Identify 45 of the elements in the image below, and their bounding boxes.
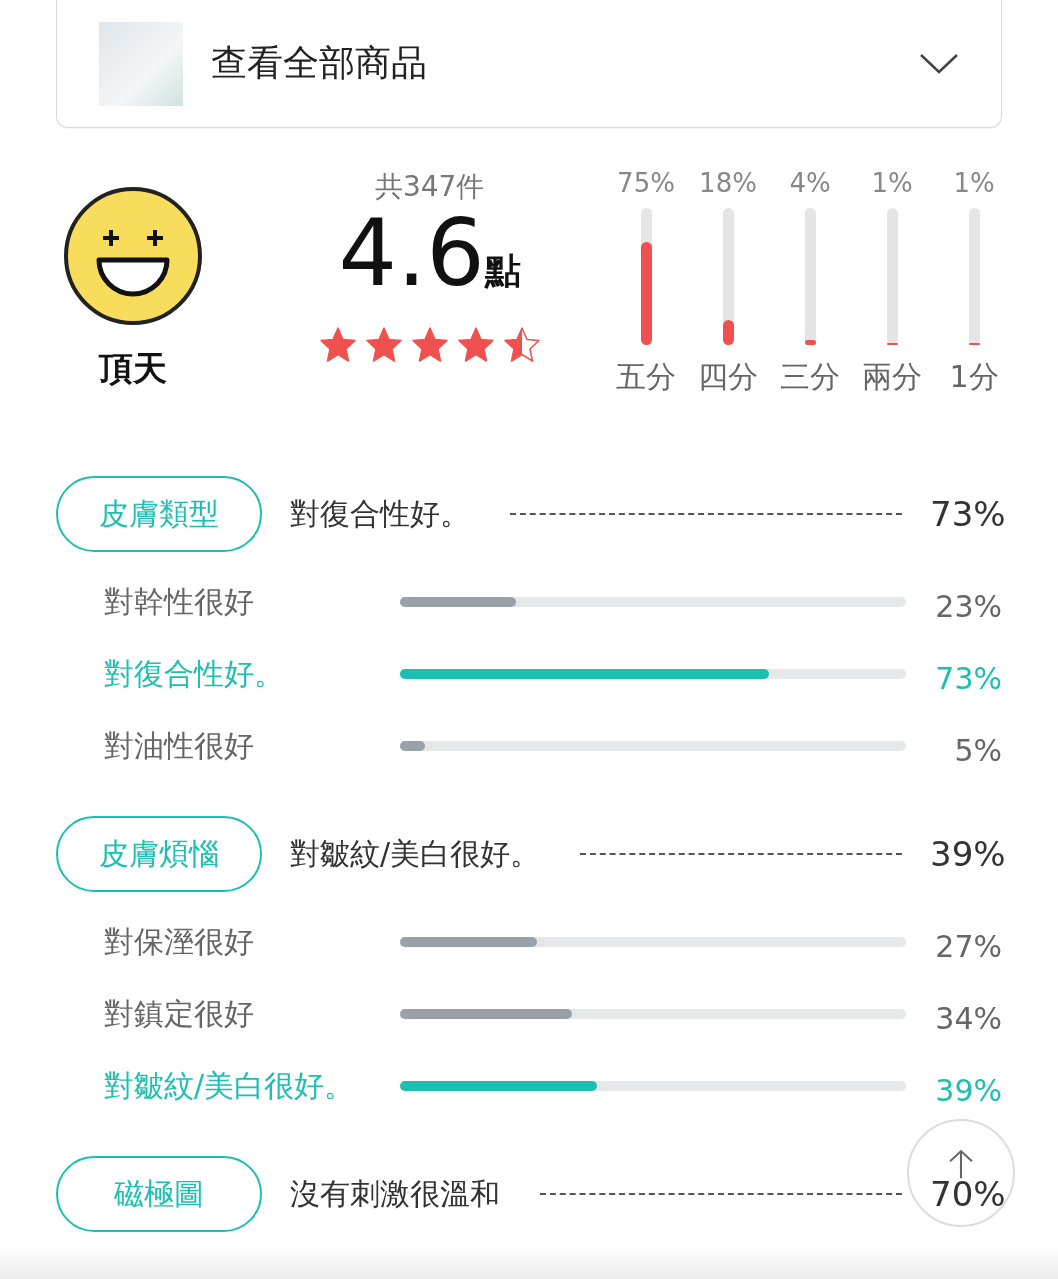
distribution-percent: 4%	[789, 168, 831, 198]
smiley-face-icon	[62, 186, 203, 326]
option-label: 對鎮定很好	[104, 994, 255, 1033]
star-icon	[456, 326, 495, 364]
option-label: 對油性很好	[104, 726, 255, 765]
distribution-percent: 75%	[617, 168, 675, 198]
summary-percent: 39%	[930, 834, 1002, 874]
score-label: 五分	[616, 358, 676, 396]
summary-percent: 70%	[930, 1174, 1002, 1214]
summary-percent: 73%	[930, 494, 1002, 534]
score-unit: 點	[484, 249, 521, 293]
option-percent: 73%	[934, 660, 1002, 696]
score-label: 1分	[949, 358, 999, 396]
star-icon	[318, 326, 357, 364]
score-label: 三分	[780, 358, 840, 396]
star-icon	[364, 326, 403, 364]
option-label: 對復合性好。	[104, 654, 285, 693]
summary-text: 沒有刺激很溫和	[290, 1174, 500, 1213]
score-label: 兩分	[862, 358, 922, 396]
summary-text: 對復合性好。	[290, 494, 470, 533]
star-icon	[502, 326, 541, 364]
option-percent: 5%	[953, 732, 1002, 768]
mood-label: 頂天	[98, 347, 167, 390]
product-selector[interactable]: 查看全部商品	[56, 0, 1002, 128]
option-percent: 34%	[934, 1000, 1002, 1036]
option-percent: 27%	[934, 928, 1002, 964]
chevron-down-icon	[919, 52, 959, 75]
average-score: 4.6	[338, 208, 485, 300]
scroll-top-button[interactable]	[907, 1119, 1015, 1227]
option-percent: 39%	[934, 1072, 1002, 1108]
category-tag[interactable]: 皮膚煩惱	[56, 816, 262, 892]
distribution-percent: 1%	[953, 168, 995, 198]
category-tag[interactable]: 皮膚類型	[56, 476, 262, 552]
distribution-percent: 18%	[699, 168, 757, 198]
option-label: 對保溼很好	[104, 922, 255, 961]
star-icon	[410, 326, 449, 364]
summary-text: 對皺紋/美白很好。	[290, 834, 541, 873]
option-label: 對幹性很好	[104, 582, 255, 621]
selector-label: 查看全部商品	[211, 41, 428, 85]
option-percent: 23%	[934, 588, 1002, 624]
option-label: 對皺紋/美白很好。	[104, 1066, 356, 1105]
review-count: 共347件	[374, 169, 485, 205]
distribution-percent: 1%	[871, 168, 913, 198]
category-tag[interactable]: 磁極圖	[56, 1156, 262, 1232]
score-label: 四分	[698, 358, 758, 396]
